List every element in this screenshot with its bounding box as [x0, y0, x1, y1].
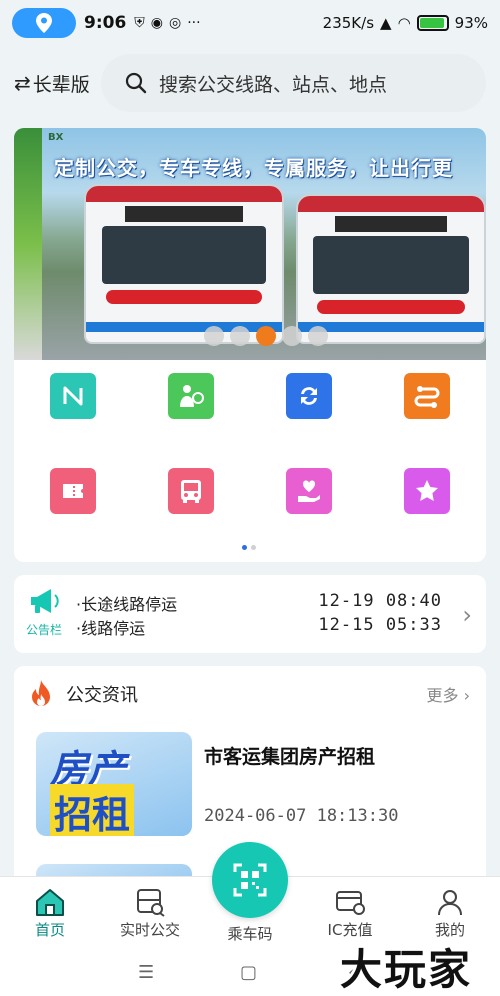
- chat-icon: ◉: [150, 15, 164, 31]
- banner-carousel[interactable]: BX 定制公交，专车专线，专属服务，让出行更: [14, 128, 486, 360]
- location-pin-icon: [36, 13, 52, 33]
- search-placeholder: 搜索公交线路、站点、地点: [159, 73, 388, 96]
- notice-board[interactable]: 公告栏 ·长途线路停运 12-19 08:40 ·线路停运 12-15 05:3…: [14, 575, 486, 653]
- carousel-dot[interactable]: [230, 326, 250, 346]
- clock: 9:06: [84, 13, 127, 33]
- banner-side-strip: [14, 128, 42, 360]
- tab-ic-recharge[interactable]: IC充值: [310, 885, 390, 940]
- ic-card-icon: [336, 891, 365, 915]
- news-header: 公交资讯: [30, 680, 138, 708]
- more-dots-icon: ···: [187, 15, 201, 31]
- search-icon: [125, 72, 147, 94]
- star-icon[interactable]: [404, 468, 450, 514]
- news-section-title: 公交资讯: [66, 685, 138, 706]
- notice-item-title[interactable]: ·线路停运: [76, 615, 145, 639]
- elder-mode-label: 长辈版: [32, 73, 90, 96]
- tab-mine[interactable]: 我的: [410, 885, 490, 940]
- pager-dot: [251, 545, 256, 550]
- bus-image-left: [84, 184, 284, 344]
- bus-image-right: [296, 194, 486, 344]
- shield-icon: ⛨: [134, 15, 145, 31]
- news-more-link[interactable]: 更多 ›: [427, 682, 471, 706]
- realtime-bus-icon: [137, 889, 165, 917]
- header: ⇄ 长辈版 搜索公交线路、站点、地点: [0, 50, 500, 116]
- search-bar[interactable]: 搜索公交线路、站点、地点: [101, 54, 486, 112]
- home-nav-icon[interactable]: ▢: [240, 962, 257, 983]
- notice-icon-wrap: 公告栏: [26, 587, 62, 638]
- status-bar: 9:06 ⛨ ◉ ◎ ··· 235K/s ▲ ◠ 93%: [0, 0, 500, 46]
- quick-access-grid: [14, 360, 486, 530]
- carousel-indicator: [204, 326, 328, 346]
- user-icon: [438, 890, 462, 916]
- swap-arrows-icon: ⇄: [14, 71, 31, 95]
- notice-item-time: 12-15 05:33: [318, 615, 442, 635]
- watermark-text: 大玩家: [340, 945, 473, 994]
- ride-code-button[interactable]: [212, 842, 288, 918]
- carousel-dot[interactable]: [204, 326, 224, 346]
- carousel-dot-active[interactable]: [256, 326, 276, 346]
- refresh-icon[interactable]: [286, 373, 332, 419]
- signal-icon: ▲: [380, 14, 392, 32]
- home-icon: [36, 889, 64, 916]
- news-date: 2024-06-07 18:13:30: [204, 806, 399, 826]
- notice-board-label: 公告栏: [26, 623, 63, 637]
- tab-home[interactable]: 首页: [10, 885, 90, 940]
- elder-card-icon[interactable]: [168, 373, 214, 419]
- wifi-icon: ◠: [397, 14, 411, 32]
- banner-logo: BX: [48, 132, 64, 143]
- home-top-card: BX 定制公交，专车专线，专属服务，让出行更: [14, 128, 486, 562]
- flame-icon: [32, 680, 50, 706]
- banner-caption: 定制公交，专车专线，专属服务，让出行更: [54, 156, 453, 180]
- battery-percent: 93%: [454, 14, 488, 32]
- elder-mode-toggle[interactable]: ⇄ 长辈版: [14, 70, 100, 97]
- tab-home-label: 首页: [34, 921, 65, 939]
- megaphone-icon: [31, 589, 59, 613]
- battery-icon: [416, 15, 449, 31]
- more-label: 更多: [426, 686, 459, 705]
- bus-icon[interactable]: [168, 468, 214, 514]
- qr-scan-icon: [233, 863, 267, 897]
- app-icon: ◎: [169, 15, 182, 31]
- thumbnail-text-bottom: 招租: [50, 784, 135, 836]
- menu-nav-icon[interactable]: ☰: [138, 962, 154, 983]
- chevron-right-icon[interactable]: ›: [462, 601, 472, 629]
- news-thumbnail[interactable]: 房产 招租: [36, 732, 192, 836]
- route-icon[interactable]: [404, 373, 450, 419]
- carousel-dot[interactable]: [282, 326, 302, 346]
- ticket-icon[interactable]: [50, 468, 96, 514]
- heart-hand-icon[interactable]: [286, 468, 332, 514]
- notice-item-title[interactable]: ·长途线路停运: [76, 591, 177, 615]
- tab-ride-code-label: 乘车码: [227, 925, 273, 943]
- nfc-icon[interactable]: [50, 373, 96, 419]
- tab-ride-code[interactable]: 乘车码: [210, 923, 290, 944]
- network-speed: 235K/s: [322, 14, 375, 32]
- pager-dot-active: [242, 545, 247, 550]
- notice-item-time: 12-19 08:40: [318, 591, 442, 611]
- tab-realtime-bus[interactable]: 实时公交: [110, 885, 190, 940]
- location-pill[interactable]: [12, 8, 76, 38]
- grid-page-indicator: [242, 545, 256, 550]
- carousel-dot[interactable]: [308, 326, 328, 346]
- news-headline[interactable]: 市客运集团房产招租: [204, 742, 375, 769]
- tab-realtime-label: 实时公交: [119, 921, 180, 939]
